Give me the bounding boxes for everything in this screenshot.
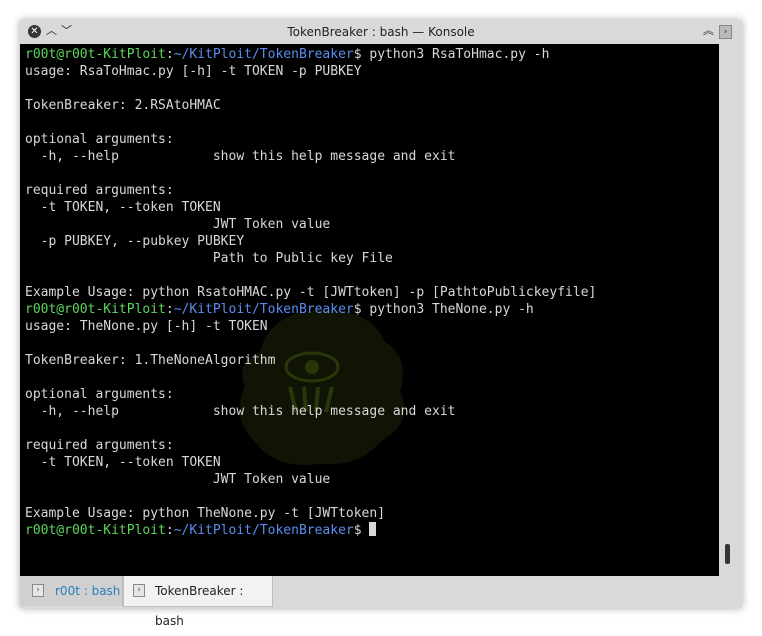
prompt-separator: : [165, 523, 174, 538]
prompt-line: r00t@r00t-KitPloit:~/KitPloit/TokenBreak… [25, 301, 596, 318]
prompt-symbol: $ [353, 523, 370, 538]
output-line: -t TOKEN, --token TOKEN [25, 455, 221, 470]
prompt-symbol: $ [353, 47, 370, 62]
tab-bar: › r00t : bash › TokenBreaker : bash [20, 576, 742, 628]
scrollbar[interactable] [719, 44, 742, 576]
command-text: python3 RsaToHmac.py -h [369, 47, 550, 62]
command-text: python3 TheNone.py -h [369, 302, 534, 317]
output-line: JWT Token value [25, 217, 331, 232]
output-line: -p PUBKEY, --pubkey PUBKEY [25, 234, 245, 249]
prompt-path: ~/KitPloit/TokenBreaker [173, 523, 354, 538]
output-line: Path to Public key File [25, 251, 393, 266]
text-cursor [369, 522, 377, 536]
terminal-icon[interactable]: › [719, 25, 732, 39]
tab-label: r00t : bash [55, 584, 121, 598]
terminal-output: r00t@r00t-KitPloit:~/KitPloit/TokenBreak… [25, 46, 596, 539]
title-bar: ✕ ︿ ﹀ TokenBreaker : bash — Konsole ︽ › [20, 20, 742, 44]
output-line: Example Usage: python TheNone.py -t [JWT… [25, 506, 386, 521]
output-line: usage: TheNone.py [-h] -t TOKEN [25, 319, 268, 334]
tab-r00t-bash[interactable]: › r00t : bash [20, 576, 123, 606]
output-line: -t TOKEN, --token TOKEN [25, 200, 221, 215]
output-line: required arguments: [25, 438, 174, 453]
output-line: optional arguments: [25, 387, 174, 402]
keep-above-icon[interactable]: ︽ [703, 23, 714, 39]
output-line: JWT Token value [25, 472, 331, 487]
prompt-user-host: r00t@r00t-KitPloit [25, 523, 166, 538]
prompt-symbol: $ [353, 302, 370, 317]
tab-label: TokenBreaker : bash [155, 584, 244, 628]
window-title: TokenBreaker : bash — Konsole [287, 25, 475, 39]
prompt-path: ~/KitPloit/TokenBreaker [173, 47, 354, 62]
output-line: Example Usage: python RsatoHMAC.py -t [J… [25, 285, 597, 300]
prompt-user-host: r00t@r00t-KitPloit [25, 47, 166, 62]
output-line: TokenBreaker: 2.RSAtoHMAC [25, 98, 221, 113]
output-line: required arguments: [25, 183, 174, 198]
terminal-icon: › [133, 584, 145, 597]
tab-tokenbreaker-bash[interactable]: › TokenBreaker : bash [123, 576, 273, 628]
terminal-icon: › [32, 584, 44, 597]
konsole-window: ✕ ︿ ﹀ TokenBreaker : bash — Konsole ︽ › … [20, 20, 742, 628]
output-line: -h, --help show this help message and ex… [25, 404, 456, 419]
prompt-line: r00t@r00t-KitPloit:~/KitPloit/TokenBreak… [25, 522, 596, 539]
prompt-separator: : [165, 47, 174, 62]
output-line: usage: RsaToHmac.py [-h] -t TOKEN -p PUB… [25, 64, 362, 79]
prompt-path: ~/KitPloit/TokenBreaker [173, 302, 354, 317]
prompt-user-host: r00t@r00t-KitPloit [25, 302, 166, 317]
output-line: -h, --help show this help message and ex… [25, 149, 456, 164]
prompt-separator: : [165, 302, 174, 317]
output-line: optional arguments: [25, 132, 174, 147]
terminal-area[interactable]: r00t@r00t-KitPloit:~/KitPloit/TokenBreak… [20, 44, 719, 576]
prompt-line: r00t@r00t-KitPloit:~/KitPloit/TokenBreak… [25, 46, 596, 63]
output-line: TokenBreaker: 1.TheNoneAlgorithm [25, 353, 276, 368]
scrollbar-thumb[interactable] [725, 544, 730, 564]
